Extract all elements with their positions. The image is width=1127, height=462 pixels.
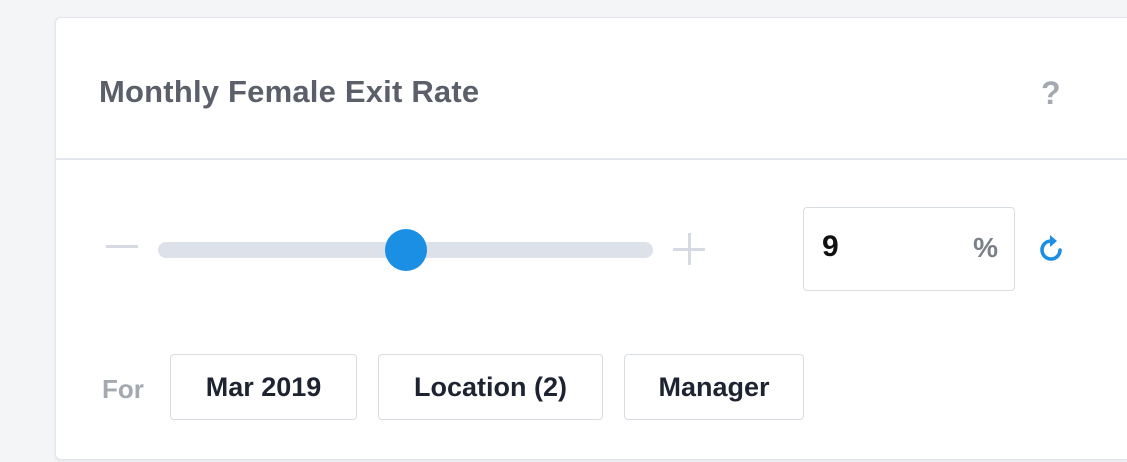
exit-rate-card: Monthly Female Exit Rate ? % For Mar 201… (55, 17, 1127, 460)
filter-chip-manager[interactable]: Manager (624, 354, 804, 420)
filter-label: For (102, 374, 144, 404)
value-input[interactable] (822, 230, 932, 264)
refresh-icon[interactable] (1033, 232, 1069, 268)
help-icon[interactable]: ? (1041, 76, 1061, 110)
card-header: Monthly Female Exit Rate ? (56, 18, 1127, 160)
plus-icon[interactable] (673, 233, 705, 265)
filter-chip-date[interactable]: Mar 2019 (170, 354, 357, 420)
filter-chip-location[interactable]: Location (2) (378, 354, 603, 420)
value-field[interactable]: % (803, 207, 1015, 291)
slider-handle[interactable] (384, 229, 427, 271)
value-unit: % (973, 232, 998, 263)
card-title: Monthly Female Exit Rate (99, 74, 480, 109)
slider-track[interactable] (158, 229, 653, 271)
minus-icon[interactable] (106, 231, 138, 263)
